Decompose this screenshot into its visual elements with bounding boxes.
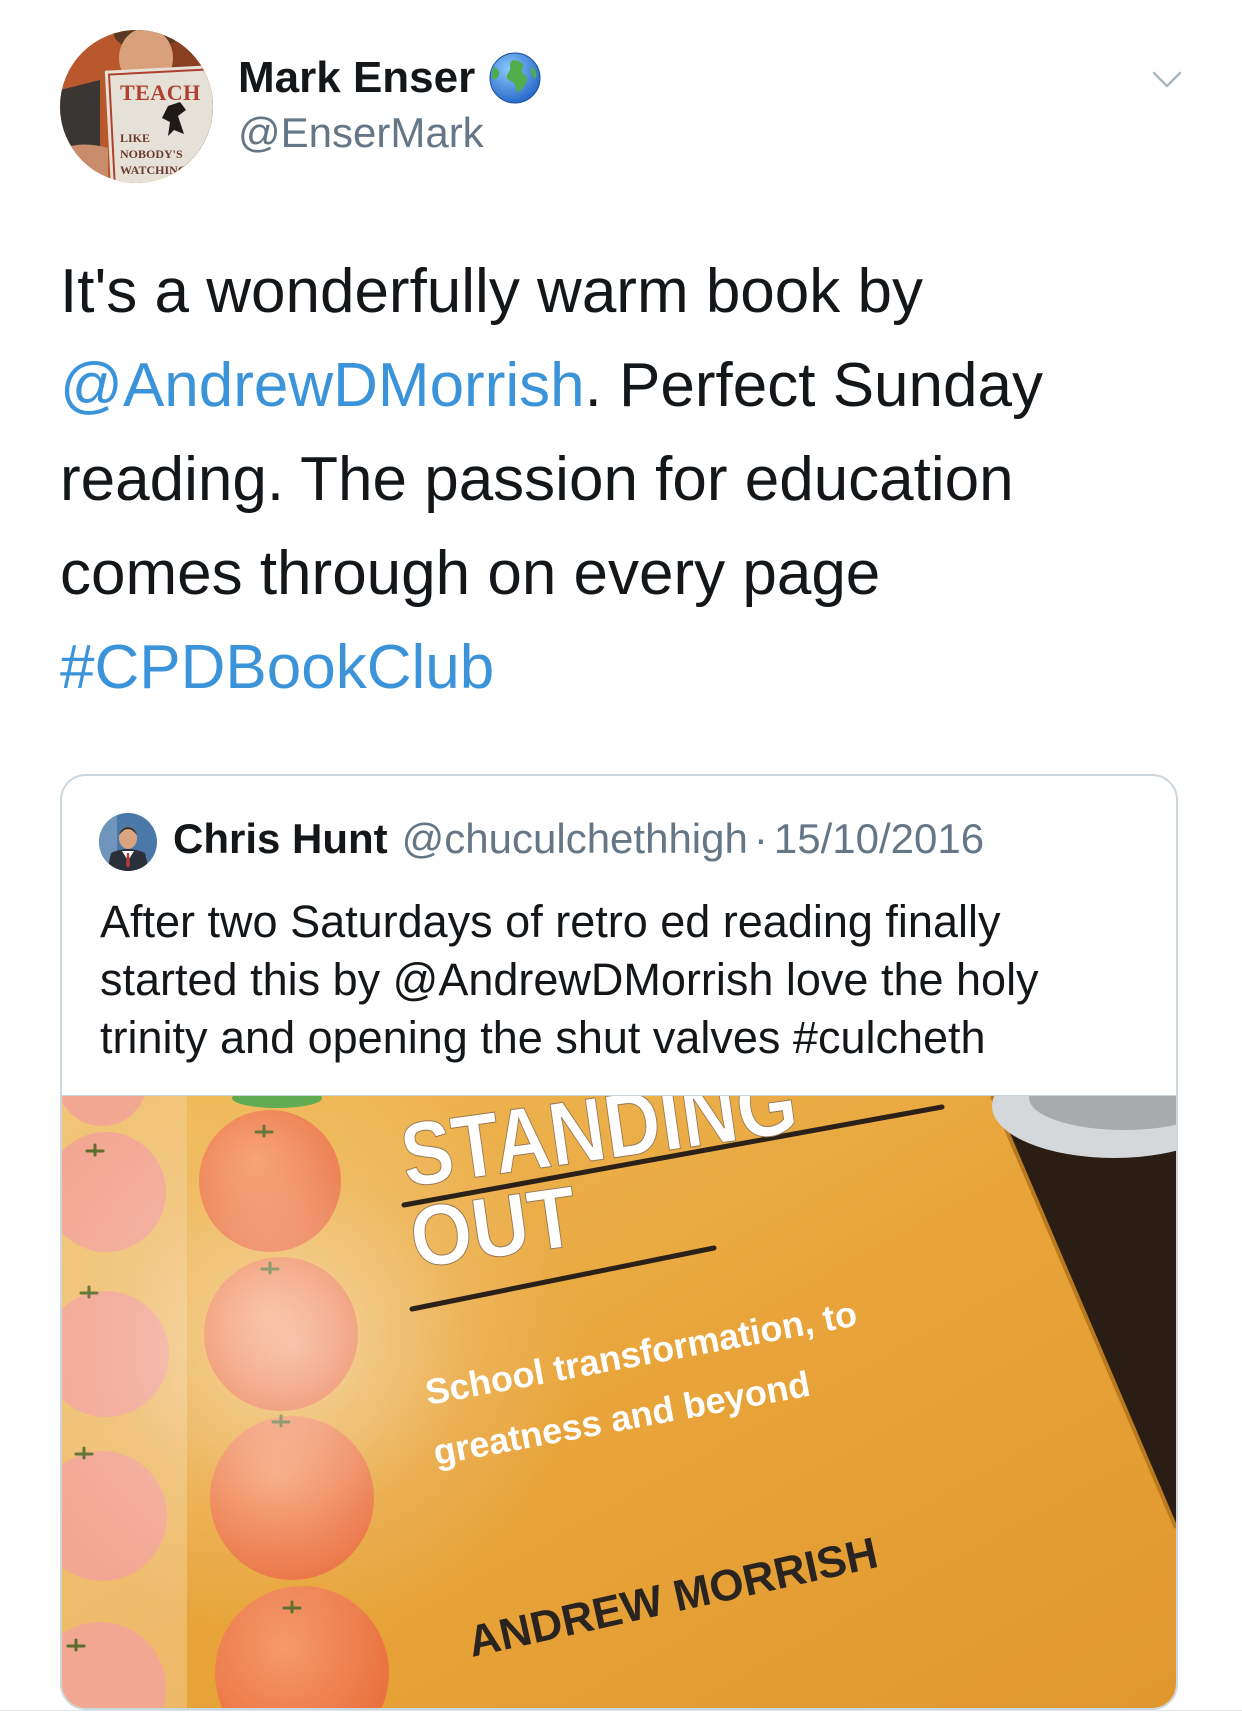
quoted-text: After two Saturdays of retro ed reading …: [100, 893, 1039, 1067]
author-avatar-photo: TEACH LIKE NOBODY'S WATCHING: [60, 30, 213, 183]
hashtag-link[interactable]: #CPDBookClub: [60, 633, 494, 702]
quoted-text-line: started this by @AndrewDMorrish love the…: [100, 954, 1039, 1005]
quoted-meta: @chuculchethhigh · 15/10/2016: [402, 813, 984, 865]
tweet-text-line: It's a wonderfully warm book by: [60, 257, 923, 326]
quoted-tweet[interactable]: Chris Hunt @chuculchethhigh · 15/10/2016…: [60, 774, 1178, 1710]
tweet-text: It's a wonderfully warm book by @AndrewD…: [60, 245, 1043, 715]
author-handle[interactable]: @EnserMark: [238, 108, 484, 158]
globe-icon: [489, 52, 541, 104]
meta-separator: ·: [753, 815, 768, 862]
tweet-text-line: #CPDBookClub: [60, 621, 1043, 715]
quoted-date[interactable]: 15/10/2016: [774, 813, 984, 865]
tweet-text-line: @AndrewDMorrish. Perfect Sunday: [60, 339, 1043, 433]
book-cover-photo: STANDING OUT School transformation, to g…: [62, 1096, 1176, 1708]
mention-link[interactable]: @AndrewDMorrish: [60, 351, 585, 420]
tweet-text-line: comes through on every page: [60, 539, 881, 608]
avatar-book-line: WATCHING: [120, 163, 187, 177]
quoted-text-line: After two Saturdays of retro ed reading …: [100, 896, 1001, 947]
avatar-book-line: NOBODY'S: [120, 147, 183, 161]
quoted-author-avatar[interactable]: [99, 813, 157, 871]
divider: [0, 1710, 1242, 1711]
quoted-author-name[interactable]: Chris Hunt: [173, 813, 388, 865]
avatar-book-line: LIKE: [120, 131, 150, 145]
author-avatar[interactable]: TEACH LIKE NOBODY'S WATCHING: [60, 30, 213, 183]
tweet-detail-view: TEACH LIKE NOBODY'S WATCHING Mark Enser: [0, 0, 1242, 1717]
author-name[interactable]: Mark Enser: [238, 50, 475, 106]
avatar-book-title: TEACH: [120, 80, 201, 105]
quoted-header: Chris Hunt @chuculchethhigh · 15/10/2016: [173, 813, 984, 865]
quoted-author-handle[interactable]: @chuculchethhigh: [402, 813, 748, 865]
quoted-media-photo[interactable]: STANDING OUT School transformation, to g…: [62, 1095, 1176, 1708]
tweet-text-fragment: . Perfect Sunday: [584, 351, 1043, 420]
quoted-text-line: trinity and opening the shut valves #cul…: [100, 1012, 986, 1063]
chevron-down-icon[interactable]: [1150, 62, 1184, 96]
tweet-text-line: reading. The passion for education: [60, 445, 1014, 514]
author-name-row: Mark Enser: [238, 50, 541, 106]
